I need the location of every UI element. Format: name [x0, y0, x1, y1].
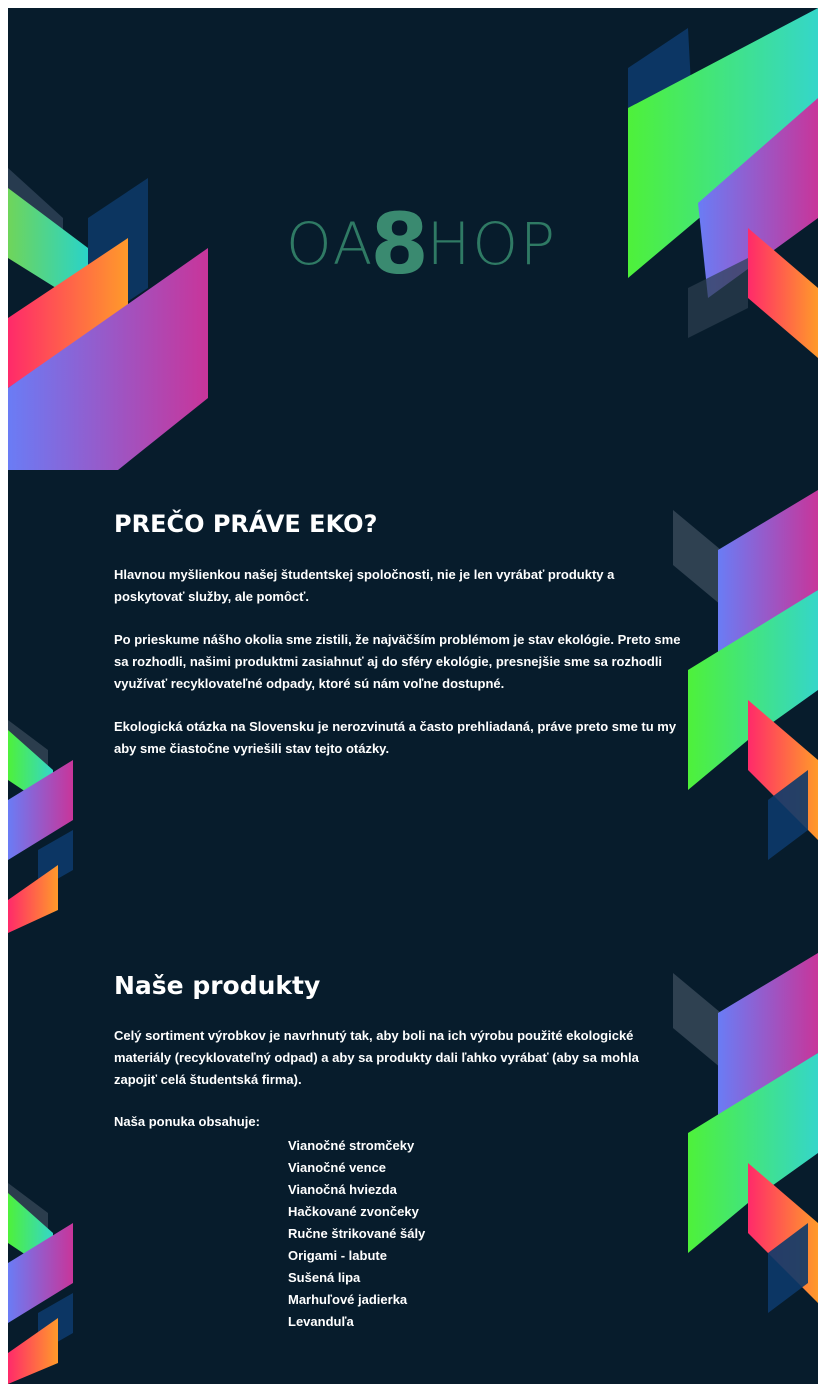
list-item: Ručne štrikované šály: [288, 1226, 426, 1241]
paragraph-main-idea: Hlavnou myšlienkou našej študentskej spo…: [114, 567, 615, 604]
paragraph-slovakia: Ekologická otázka na Slovensku je nerozv…: [114, 719, 677, 756]
list-item: Origami - labute: [288, 1248, 387, 1263]
product-list: Vianočné stromčeky Vianočné vence Vianoč…: [288, 1135, 425, 1333]
list-item: Marhuľové jadierka: [288, 1292, 408, 1307]
slide-products: Naše produkty Celý sortiment výrobkov je…: [8, 933, 818, 1384]
slide2-decoration: [8, 490, 818, 933]
section-title-products: Naše produkty: [114, 971, 321, 1000]
slide-why-eco: PREČO PRÁVE EKO? Hlavnou myšlienkou naše…: [8, 470, 818, 933]
list-item: Sušená lipa: [288, 1270, 361, 1285]
list-item: Vianočné stromčeky: [288, 1138, 415, 1153]
list-item: Vianočná hviezda: [288, 1182, 397, 1197]
list-item: Vianočné vence: [288, 1160, 387, 1175]
paragraph-products-intro: Celý sortiment výrobkov je navrhnutý tak…: [114, 1028, 639, 1087]
list-item: Hačkované zvončeky: [288, 1204, 419, 1219]
logo-text-left: OA: [286, 210, 375, 278]
offer-label: Naša ponuka obsahuje:: [114, 1114, 260, 1129]
section-title-why-eco: PREČO PRÁVE EKO?: [114, 510, 378, 538]
paragraph-survey: Po prieskume nášho okolia sme zistili, ž…: [114, 632, 681, 691]
logo-eight: 8: [370, 195, 431, 293]
presentation-viewer: OA 8 HOP PREČO PRÁVE EKO? Hlavnou myšlienk…: [8, 8, 818, 1384]
company-logo: OA 8 HOP: [286, 195, 558, 293]
list-item: Levanduľa: [288, 1314, 354, 1329]
logo-text-right: HOP: [426, 210, 558, 278]
slide-title: OA 8 HOP: [8, 8, 818, 470]
